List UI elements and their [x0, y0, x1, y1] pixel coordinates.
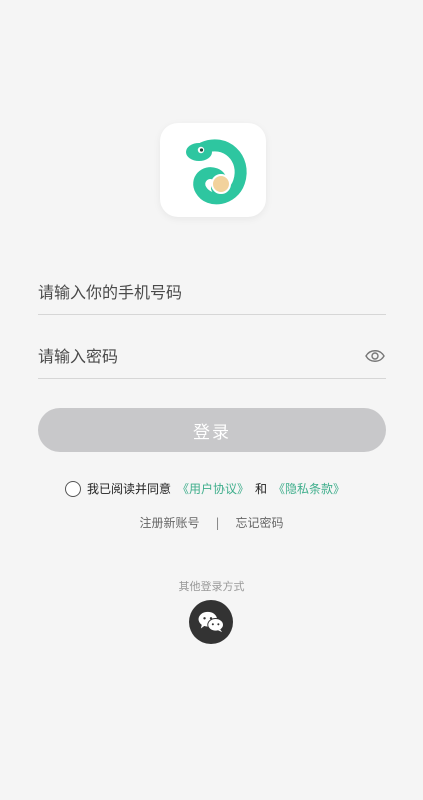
- register-link[interactable]: 注册新账号: [139, 514, 199, 531]
- agreement-row: 我已阅读并同意 《用户协议》 和 《隐私条款》: [65, 480, 345, 497]
- user-agreement-link[interactable]: 《用户协议》: [177, 480, 249, 497]
- forgot-password-link[interactable]: 忘记密码: [236, 514, 284, 531]
- login-button[interactable]: 登录: [38, 408, 386, 452]
- password-input[interactable]: [38, 334, 348, 378]
- phone-field[interactable]: [38, 270, 386, 315]
- links-separator: |: [215, 515, 220, 530]
- agreement-checkbox[interactable]: [65, 480, 81, 497]
- phone-input[interactable]: [38, 270, 386, 314]
- agreement-conjunction: 和: [255, 482, 268, 496]
- account-links: 注册新账号 | 忘记密码: [0, 514, 423, 531]
- password-field[interactable]: [38, 334, 386, 379]
- chameleon-logo-icon: [186, 139, 247, 205]
- wechat-icon: [198, 611, 224, 633]
- privacy-policy-link[interactable]: 《隐私条款》: [273, 480, 345, 497]
- other-login-title: 其他登录方式: [178, 580, 245, 593]
- wechat-login-button[interactable]: [189, 600, 233, 644]
- app-logo: [160, 123, 266, 217]
- agreement-prefix: 我已阅读并同意: [87, 482, 172, 496]
- eye-icon[interactable]: [364, 346, 386, 366]
